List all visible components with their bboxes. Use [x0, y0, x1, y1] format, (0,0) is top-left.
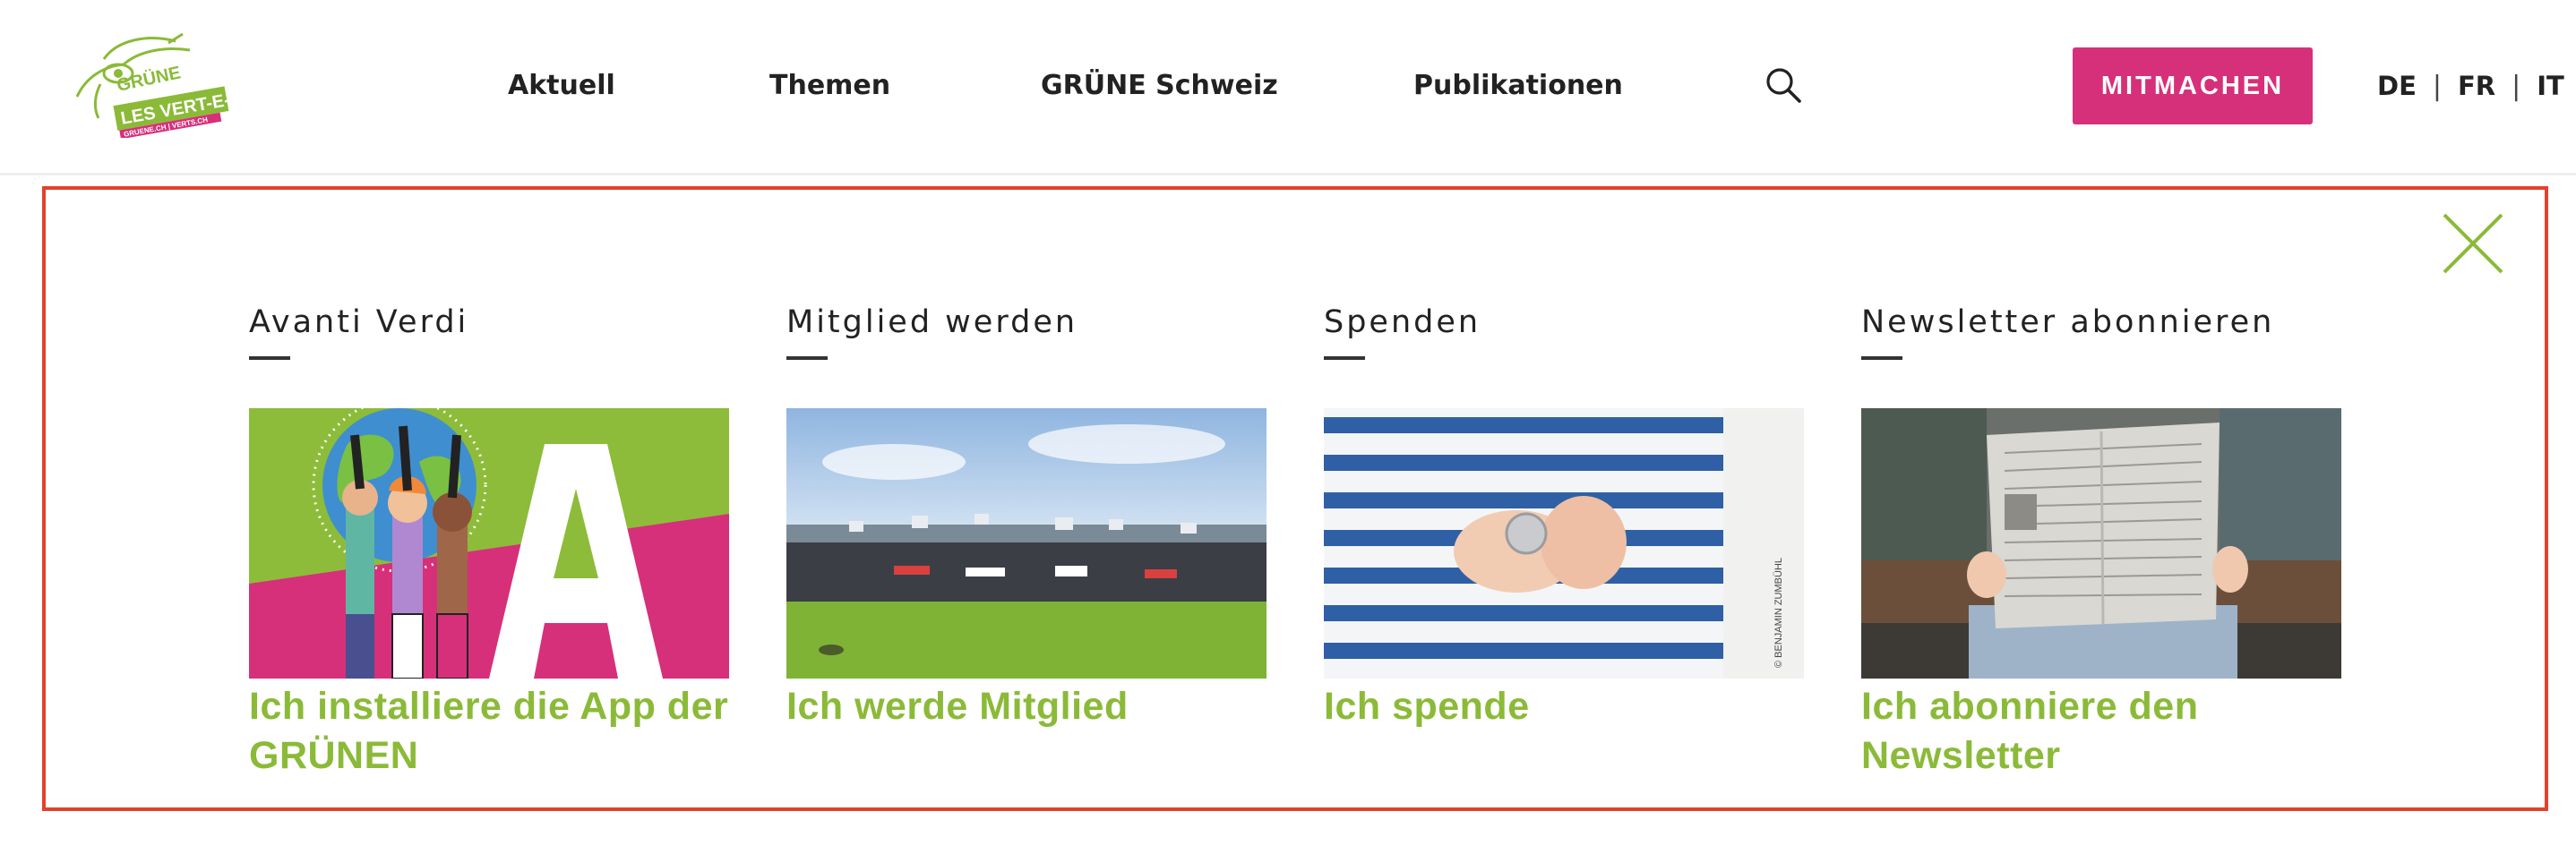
language-switcher: DE | FR | IT: [2377, 68, 2564, 104]
column-title: Mitglied werden: [786, 304, 1078, 340]
mitmachen-mega-menu: Avanti Verdi Ich installiere die App der…: [42, 186, 2548, 811]
title-underline: [249, 356, 290, 360]
mitmachen-button[interactable]: MITMACHEN: [2073, 47, 2313, 124]
close-icon[interactable]: [2437, 208, 2509, 279]
subscribe-newsletter-link[interactable]: Ich abonniere den Newsletter: [1861, 682, 2341, 781]
column-title: Spenden: [1324, 304, 1481, 340]
column-title: Newsletter abonnieren: [1861, 304, 2275, 340]
menu-column-avanti-verdi: Avanti Verdi Ich installiere die App der…: [249, 301, 729, 781]
menu-column-newsletter: Newsletter abonnieren Ich abonniere den …: [1861, 301, 2341, 781]
menu-column-spenden: Spenden © BENJAMIN ZUMBÜHL Ich spende: [1324, 301, 1804, 731]
column-title: Avanti Verdi: [249, 304, 469, 340]
menu-column-mitglied: Mitglied werden Ich werde Mitglied: [786, 301, 1267, 731]
donation-image[interactable]: © BENJAMIN ZUMBÜHL: [1324, 408, 1804, 679]
logo-text-line1: GRÜNE: [115, 62, 182, 96]
newsletter-image[interactable]: [1861, 408, 2341, 679]
title-underline: [1861, 356, 1902, 360]
nav-gruene-schweiz[interactable]: GRÜNE Schweiz: [1041, 68, 1278, 104]
gruene-logo[interactable]: GRÜNE LES VERT-E-S GRUENE.CH | VERTS.CH: [68, 32, 256, 138]
lang-de[interactable]: DE: [2377, 71, 2417, 101]
nav-themen[interactable]: Themen: [769, 68, 890, 104]
avanti-verdi-app-image[interactable]: [249, 408, 729, 679]
image-credit: © BENJAMIN ZUMBÜHL: [1773, 558, 1784, 668]
search-icon[interactable]: [1765, 66, 1802, 104]
title-underline: [786, 356, 828, 360]
lang-it[interactable]: IT: [2537, 71, 2564, 101]
lang-fr[interactable]: FR: [2458, 71, 2495, 101]
nav-aktuell[interactable]: Aktuell: [508, 68, 615, 104]
title-underline: [1324, 356, 1365, 360]
install-app-link[interactable]: Ich installiere die App der GRÜNEN: [249, 682, 729, 781]
become-member-link[interactable]: Ich werde Mitglied: [786, 682, 1267, 731]
donate-link[interactable]: Ich spende: [1324, 682, 1804, 731]
lang-separator: |: [2512, 70, 2521, 102]
lang-separator: |: [2432, 70, 2442, 102]
nav-publikationen[interactable]: Publikationen: [1413, 68, 1623, 104]
crowd-demonstration-image[interactable]: [786, 408, 1267, 679]
site-header: GRÜNE LES VERT-E-S GRUENE.CH | VERTS.CH …: [0, 0, 2576, 175]
